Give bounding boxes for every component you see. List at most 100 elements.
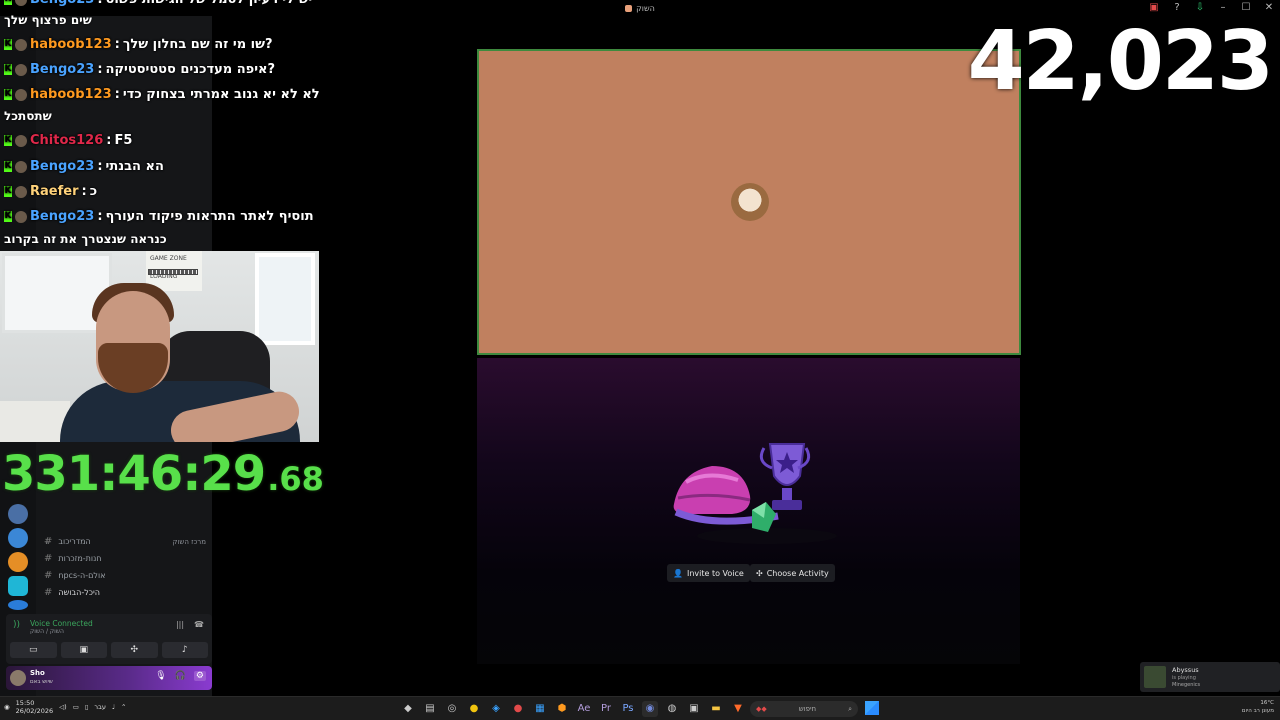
voice-channel[interactable]: השוק / השוק bbox=[30, 628, 64, 635]
avatar bbox=[15, 134, 27, 147]
viewer-count: 42,023 bbox=[967, 14, 1274, 109]
username[interactable]: Sho bbox=[30, 669, 45, 677]
chat-wrap-line: שתסתכל bbox=[4, 109, 52, 123]
voice-buttons: ▭ ▣ ✣ ♪ bbox=[10, 642, 208, 658]
server-icon[interactable] bbox=[8, 552, 28, 572]
chat-text: תוסיף לאתר התראות פיקוד העורף bbox=[105, 209, 314, 224]
download-icon[interactable]: ⇩ bbox=[1193, 1, 1207, 15]
player-avatar[interactable] bbox=[731, 183, 769, 221]
server-icon[interactable] bbox=[8, 528, 28, 548]
stream-chat: K Bengo23: יש לי רעיון לסמל של הגישות פשוט… bbox=[0, 0, 320, 250]
weather-widget[interactable]: 16°C מעונן רב היום bbox=[1218, 699, 1274, 715]
chrome-icon[interactable]: ● bbox=[466, 701, 482, 717]
noise-suppression-icon[interactable]: ||| bbox=[176, 620, 184, 629]
server-icon[interactable] bbox=[8, 504, 28, 524]
chat-message: K Bengo23: הא הבנתי bbox=[4, 159, 164, 174]
language-indicator[interactable]: עבר bbox=[94, 703, 106, 711]
choose-label: Choose Activity bbox=[766, 568, 829, 578]
chat-separator: : bbox=[114, 37, 120, 52]
volume-icon[interactable]: ◁) bbox=[59, 703, 67, 711]
chat-wrap-line: שים פרצוף שלך bbox=[4, 13, 92, 27]
screen-share-icon[interactable]: ▣ bbox=[1147, 1, 1161, 15]
channel-item[interactable]: היכל-הבושה # bbox=[44, 585, 194, 599]
activity-notification[interactable]: Abyssus is playing Minegenics bbox=[1140, 662, 1280, 692]
chat-message: Khaboob123: ?שו מי זה שם בחלון שלך bbox=[4, 37, 273, 52]
display-icon[interactable]: ▭ bbox=[73, 703, 79, 711]
app-icon[interactable]: ▣ bbox=[686, 701, 702, 717]
chat-separator: : bbox=[81, 184, 87, 199]
app-icon[interactable]: ◈ bbox=[488, 701, 504, 717]
app-icon[interactable]: ◆ bbox=[400, 701, 416, 717]
chat-username[interactable]: Bengo23 bbox=[30, 159, 94, 174]
kick-badge-icon: K bbox=[4, 186, 12, 197]
chat-message: Khaboob123: לא לא יא גנוב אמרתי בצחוק כדי bbox=[4, 87, 320, 102]
soundboard-icon[interactable]: ♪ bbox=[161, 642, 208, 658]
discord-icon[interactable]: ◉ bbox=[642, 701, 658, 717]
clock[interactable]: 15:50 26/02/2026 bbox=[16, 699, 53, 715]
chat-username[interactable]: haboob123 bbox=[30, 37, 112, 52]
wifi-icon[interactable]: ◉ bbox=[4, 703, 10, 711]
chevron-up-icon[interactable]: ⌃ bbox=[121, 703, 126, 711]
choose-activity-button[interactable]: ✣ Choose Activity bbox=[750, 564, 835, 582]
avatar[interactable] bbox=[10, 670, 26, 686]
invite-to-voice-button[interactable]: 👤 Invite to Voice bbox=[667, 564, 750, 582]
microphone-icon[interactable]: 🎙 bbox=[155, 671, 166, 681]
brave-icon[interactable]: ▼ bbox=[730, 701, 746, 717]
app-icon[interactable]: ⬢ bbox=[554, 701, 570, 717]
mic-icon[interactable]: ♩ bbox=[112, 703, 115, 711]
app-icon[interactable]: ▦ bbox=[532, 701, 548, 717]
game-view[interactable] bbox=[477, 49, 1021, 355]
folder-icon[interactable]: ▬ bbox=[708, 701, 724, 717]
app-icon[interactable]: ● bbox=[510, 701, 526, 717]
minimize-button[interactable]: – bbox=[1216, 1, 1230, 15]
headphones-icon[interactable]: 🎧 bbox=[175, 671, 186, 681]
server-icon[interactable] bbox=[8, 600, 28, 610]
app-icon[interactable]: Ps bbox=[620, 701, 636, 717]
voice-status[interactable]: Voice Connected bbox=[30, 619, 93, 628]
avatar bbox=[1144, 666, 1166, 688]
webcam-window bbox=[255, 253, 315, 345]
battery-icon[interactable]: ▯ bbox=[85, 703, 89, 711]
hash-icon: # bbox=[44, 586, 53, 598]
chat-username[interactable]: Bengo23 bbox=[30, 209, 94, 224]
disconnect-icon[interactable]: ☎ bbox=[194, 620, 204, 629]
voice-actions: ||| ☎ bbox=[176, 620, 204, 629]
steam-icon[interactable]: ◍ bbox=[664, 701, 680, 717]
channel-name: המדריכוב bbox=[58, 536, 91, 546]
chat-separator: : bbox=[97, 209, 103, 224]
close-button[interactable]: ✕ bbox=[1262, 1, 1276, 15]
screen-share-button[interactable]: ▣ bbox=[60, 642, 107, 658]
avatar bbox=[15, 0, 27, 6]
channel-item[interactable]: אולם-ה-npcs # bbox=[44, 568, 194, 582]
gear-icon[interactable]: ⚙ bbox=[193, 671, 206, 681]
chat-username[interactable]: haboob123 bbox=[30, 87, 112, 102]
kick-badge-icon: K bbox=[4, 64, 12, 75]
chat-username[interactable]: Chitos126 bbox=[30, 133, 103, 148]
channel-item[interactable]: חנות-מזכרות # bbox=[44, 551, 194, 565]
chat-separator: : bbox=[97, 0, 102, 7]
app-icon[interactable]: ▤ bbox=[422, 701, 438, 717]
start-button[interactable] bbox=[865, 701, 879, 715]
chat-wrap-text: שתסתכל bbox=[4, 109, 52, 123]
taskbar-search[interactable]: ⌕ חיפוש ◆◆ bbox=[750, 701, 858, 717]
poster-text: GAME ZONE LOADING bbox=[150, 255, 187, 281]
premiere-icon[interactable]: Pr bbox=[598, 701, 614, 717]
help-icon[interactable]: ? bbox=[1170, 1, 1184, 15]
weather-temp: 16°C bbox=[1260, 700, 1274, 706]
app-icon[interactable]: ◎ bbox=[444, 701, 460, 717]
chat-username[interactable]: Bengo23 bbox=[30, 0, 94, 7]
chat-username[interactable]: Bengo23 bbox=[30, 62, 94, 77]
chat-username[interactable]: Raefer bbox=[30, 184, 78, 199]
after-effects-icon[interactable]: Ae bbox=[576, 701, 592, 717]
timer-main: 331:46:29 bbox=[2, 446, 266, 502]
activities-icon[interactable]: ✣ bbox=[111, 642, 158, 658]
camera-icon[interactable]: ▭ bbox=[10, 642, 57, 658]
channel-name: היכל-הבושה bbox=[58, 587, 100, 597]
channel-item[interactable]: המדריכוב # bbox=[44, 534, 194, 548]
server-icon[interactable] bbox=[8, 576, 28, 596]
window-title-text: השוק bbox=[636, 3, 655, 13]
webcam-feed: GAME ZONE LOADING bbox=[0, 251, 319, 442]
maximize-button[interactable]: ☐ bbox=[1239, 1, 1253, 15]
chat-separator: : bbox=[106, 133, 112, 148]
trophy-illustration bbox=[673, 443, 837, 544]
